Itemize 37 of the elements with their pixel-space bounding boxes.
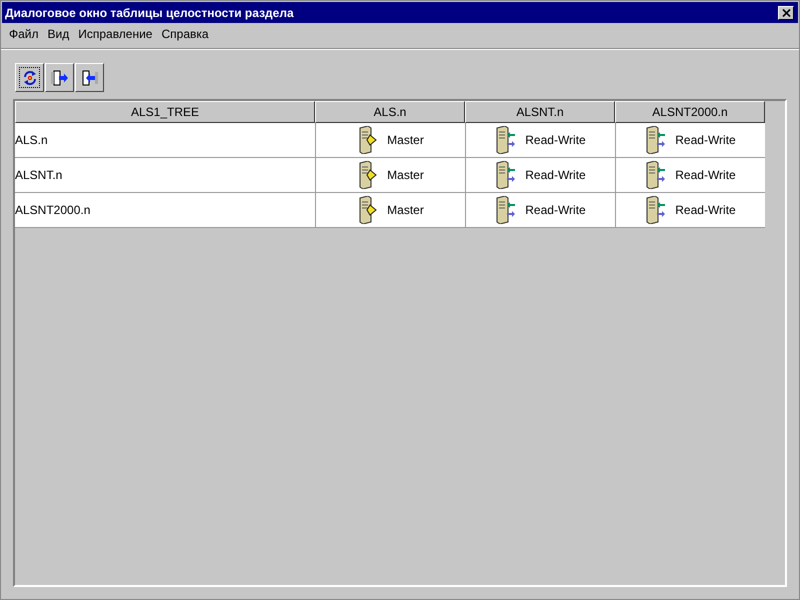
menu-item[interactable]: Справка — [161, 27, 209, 41]
server-diamond-icon — [357, 161, 380, 189]
server-diamond-icon — [357, 196, 380, 224]
toolbar-button[interactable] — [75, 63, 104, 92]
server-arrows-icon — [645, 126, 668, 154]
server-arrows-icon — [645, 196, 668, 224]
status-text: Master — [387, 168, 424, 182]
server-arrows-icon — [495, 126, 518, 154]
server-arrows-icon — [495, 196, 518, 224]
row-header: ALS.n — [15, 123, 315, 158]
menu-item[interactable]: Файл — [9, 27, 39, 41]
status-text: Master — [387, 203, 424, 217]
status-text: Read-Write — [525, 203, 586, 217]
status-text: Read-Write — [675, 203, 736, 217]
column-header[interactable]: ALS.n — [315, 101, 465, 123]
server-arrows-icon — [495, 161, 518, 189]
row-header: ALSNT2000.n — [15, 193, 315, 228]
status-text: Read-Write — [525, 168, 586, 182]
menu-item[interactable]: Исправление — [78, 27, 152, 41]
status-text: Read-Write — [675, 168, 736, 182]
status-text: Read-Write — [675, 133, 736, 147]
column-header[interactable]: ALS1_TREE — [15, 101, 315, 123]
column-header[interactable]: ALSNT2000.n — [615, 101, 765, 123]
server-arrows-icon — [645, 161, 668, 189]
server-diamond-icon — [357, 126, 380, 154]
close-icon — [782, 8, 790, 16]
door-arrow-right-icon — [50, 70, 68, 86]
toolbar-button[interactable] — [15, 63, 44, 92]
door-arrow-left-icon — [80, 70, 98, 86]
row-header: ALSNT.n — [15, 158, 315, 193]
toolbar-button[interactable] — [45, 63, 74, 92]
column-header[interactable]: ALSNT.n — [465, 101, 615, 123]
close-button[interactable] — [778, 6, 794, 20]
status-text: Read-Write — [525, 133, 586, 147]
status-text: Master — [387, 133, 424, 147]
menu-item[interactable]: Вид — [48, 27, 70, 41]
window-title: Диалоговое окно таблицы целостности раздела — [5, 6, 294, 20]
